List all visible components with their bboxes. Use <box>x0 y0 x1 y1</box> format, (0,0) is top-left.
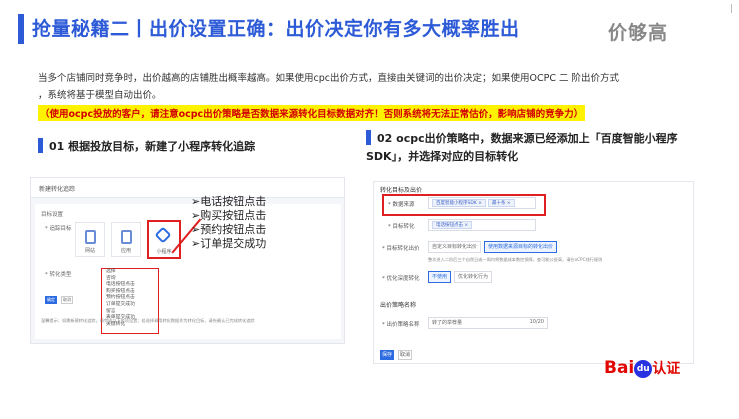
strategy-name-input[interactable]: 转了的举荐量 10/20 <box>428 317 548 329</box>
paw-icon: du <box>634 360 653 378</box>
tile-app-label: 应用 <box>120 248 131 254</box>
event-item: ➢购买按钮点击 <box>191 209 267 222</box>
left-shot-header: 新建转化追踪 <box>31 178 344 198</box>
slide: 抢量秘籍二丨出价设置正确：出价决定你有多大概率胜出 价够高 | 当多个店铺同时竞… <box>0 0 739 419</box>
tile-app[interactable]: 应用 <box>111 222 141 257</box>
section-1-title: 01 根据投放目标，新建了小程序转化追踪 <box>49 140 256 153</box>
section-1-heading: 01 根据投放目标，新建了小程序转化追踪 <box>38 138 255 156</box>
left-shot-note: 温馨提示：如需新建转化追踪，请完成以下各项设置；若选择调用转化数据作为转化目标，… <box>41 318 255 323</box>
data-source-select[interactable]: 百度智能小程序SDK × 最十条 × <box>428 197 536 209</box>
data-source-tag[interactable]: 百度智能小程序SDK × <box>432 199 486 207</box>
section-2-heading: 02 ocpc出价策略中，数据来源已经添加上「百度智能小程序SDK」，并选择对应… <box>366 130 696 166</box>
left-cancel-button[interactable]: 取消 <box>61 296 73 304</box>
strategy-name-count: 10/20 <box>529 319 544 325</box>
app-icon <box>121 230 132 244</box>
section-2-title: 02 ocpc出价策略中，数据来源已经添加上「百度智能小程序SDK」，并选择对应… <box>366 132 678 163</box>
dropdown-item[interactable]: 选择 <box>102 269 158 276</box>
right-screenshot: 转化目标及出价 * 数据来源 百度智能小程序SDK × 最十条 × * 目标转化 … <box>373 181 694 364</box>
tile-website-label: 网站 <box>84 248 95 254</box>
bid-option-source[interactable]: 使用数据来源目标的转化出价 <box>484 241 558 253</box>
event-item: ➢电话按钮点击 <box>191 195 267 208</box>
target-conversion-tag[interactable]: 电话按钮点击 × <box>432 221 473 229</box>
target-conversion-select[interactable]: 电话按钮点击 × <box>428 219 536 231</box>
data-source-label: * 数据来源 <box>388 202 415 208</box>
intro-line-1: 当多个店铺同时竞争时，出价越高的店铺胜出概率越高。如果使用cpc出价方式，直接由… <box>38 73 619 84</box>
tile-website[interactable]: 网站 <box>75 222 105 257</box>
tile-mini-program[interactable]: 小程序 <box>147 220 181 259</box>
intro-line-2: ，系统将基于模型自动出价。 <box>38 90 162 101</box>
left-shot-field-2: * 转化类型 <box>45 272 72 278</box>
intro-paragraph: 当多个店铺同时竞争时，出价越高的店铺胜出概率越高。如果使用cpc出价方式，直接由… <box>38 70 698 104</box>
bid-note: 整次进入二阶后三个自然日或一周内将数据成本数控保障，查可能公很高，请在oCPC线… <box>428 257 603 262</box>
corner-mark: | <box>729 4 733 14</box>
deep-option-off[interactable]: 不使用 <box>428 271 452 283</box>
dropdown-item[interactable]: 电话按钮点击 <box>102 282 158 289</box>
logo-bai: Bai <box>604 358 635 378</box>
target-conversion-label: * 目标转化 <box>388 224 415 230</box>
cancel-button[interactable]: 取消 <box>398 350 412 360</box>
brand-label: 价够高 <box>608 22 669 44</box>
right-shot-section-1: 转化目标及出价 <box>380 187 423 194</box>
right-shot-section-2: 出价策略名称 <box>380 302 417 309</box>
website-icon <box>85 230 96 244</box>
dropdown-item[interactable]: 订单提交成功 <box>102 302 158 309</box>
strategy-name-label: * 出价策略名称 <box>382 322 420 328</box>
section-2-bar <box>366 130 371 145</box>
left-shot-field-1: * 追踪目标 <box>45 226 72 232</box>
title-accent-bar <box>18 14 24 44</box>
mini-program-icon <box>154 226 172 244</box>
target-bid-label: * 目标转化出价 <box>382 246 420 252</box>
page-title: 抢量秘籍二丨出价设置正确：出价决定你有多大概率胜出 <box>32 18 520 40</box>
save-button[interactable]: 保存 <box>380 350 394 360</box>
deep-conversion-label: * 优化深度转化 <box>382 276 420 282</box>
section-1-bar <box>38 138 43 153</box>
deep-option-on[interactable]: 优化转化行为 <box>454 271 493 283</box>
event-list: ➢电话按钮点击 ➢购买按钮点击 ➢预约按钮点击 ➢订单提交成功 <box>191 195 266 251</box>
logo-certified: 认证 <box>652 361 681 377</box>
bid-option-custom[interactable]: 自定义目标转化出价 <box>428 241 482 253</box>
data-source-tag[interactable]: 最十条 × <box>487 199 515 207</box>
conversion-type-dropdown[interactable]: 选择 咨询 电话按钮点击 购买按钮点击 预约按钮点击 订单提交成功 留言 表单提… <box>101 268 159 334</box>
left-shot-panel: 目标设置 * 追踪目标 网站 应用 小程序 * 转化类型 选择 咨询 电话按钮点… <box>35 204 341 339</box>
left-screenshot: 新建转化追踪 目标设置 * 追踪目标 网站 应用 小程序 * 转化类型 选择 咨… <box>30 177 345 344</box>
strategy-name-value: 转了的举荐量 <box>432 320 463 326</box>
warning-highlight: （使用ocpc投放的客户，请注意ocpc出价策略是否数据来源转化目标数据对齐！否… <box>38 105 586 121</box>
event-item: ➢订单提交成功 <box>191 237 267 250</box>
event-item: ➢预约按钮点击 <box>191 223 267 236</box>
left-shot-section: 目标设置 <box>41 212 64 218</box>
baidu-certified-logo: Bai du 认证 <box>604 358 680 378</box>
dropdown-item[interactable]: 预约按钮点击 <box>102 295 158 302</box>
left-confirm-button[interactable]: 确定 <box>45 296 57 304</box>
